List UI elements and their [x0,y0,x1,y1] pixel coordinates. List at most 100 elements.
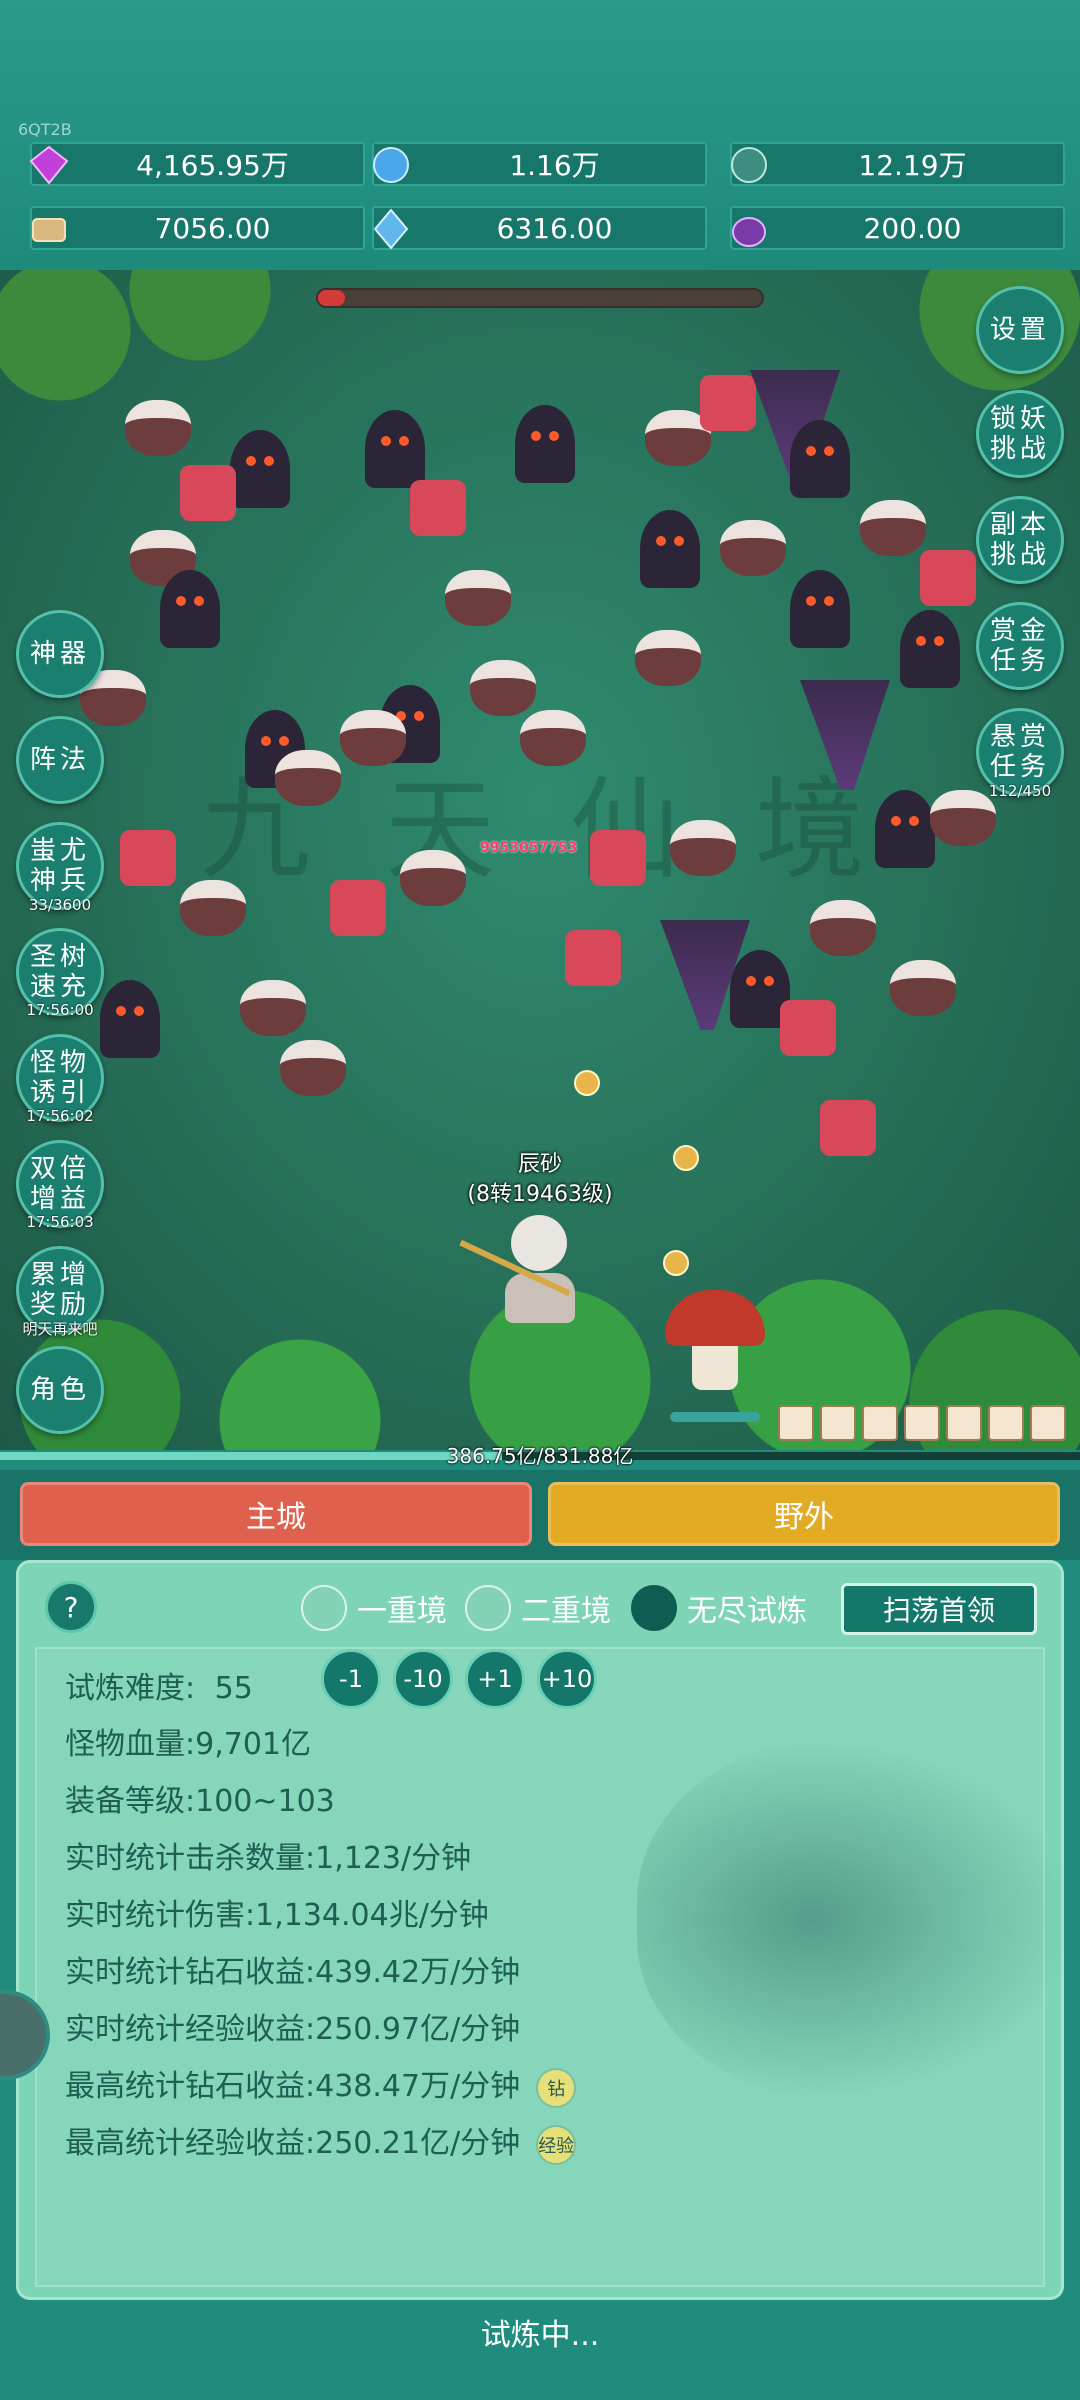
monster-bird[interactable] [470,660,536,716]
monster-bird[interactable] [670,820,736,876]
buff-icon[interactable] [1030,1405,1066,1441]
mode-radio-1[interactable]: 一重境 [301,1585,447,1631]
monster-bird[interactable] [340,710,406,766]
radio-dot [631,1585,677,1631]
exp-badge-icon: 经验 [536,2124,577,2165]
monster-bird[interactable] [180,880,246,936]
difficulty-plus-1-button[interactable]: +1 [465,1649,525,1709]
settings-button[interactable]: 设置 [976,286,1064,374]
resource-pouch[interactable]: 200.00 [730,206,1065,250]
teal-orb-icon [724,140,774,190]
holy-tree-timer: 17:56:00 [26,1001,94,1019]
formation-button[interactable]: 阵法 [16,716,104,804]
monster-cube[interactable] [780,1000,836,1056]
stat-max-exp: 最高统计经验收益:250.21亿/分钟 经验 [65,2118,577,2165]
monster-cube[interactable] [180,465,236,521]
hero-label: 辰砂 (8转19463级) [460,1150,620,1210]
monster-cube[interactable] [920,550,976,606]
buff-icons [778,1405,1066,1441]
resource-crystal[interactable]: 1.16万 [372,142,707,186]
resource-orb[interactable]: 12.19万 [730,142,1065,186]
character-button[interactable]: 角色 [16,1346,104,1434]
demon-challenge-button[interactable]: 锁妖挑战 [976,390,1064,478]
monster-bird[interactable] [890,960,956,1016]
diamond-badge-icon: 钻 [536,2067,577,2108]
monster-bird[interactable] [280,1040,346,1096]
monster-bird[interactable] [860,500,926,556]
mode-label: 二重境 [521,1594,611,1629]
difficulty-row: 试炼难度: 55 [65,1671,253,1706]
tab-wild[interactable]: 野外 [548,1482,1060,1546]
monster-cube[interactable] [820,1100,876,1156]
trial-panel: ? 一重境 二重境 无尽试炼 扫荡首领 试炼难度: 55 -1 -10 +1 +… [16,1560,1077,2300]
difficulty-minus-10-button[interactable]: -10 [393,1649,453,1709]
chiyou-progress: 33/3600 [28,896,92,914]
monster-demon[interactable] [365,410,425,488]
mushroom-cap [665,1290,765,1346]
resource-ice-shard[interactable]: 6316.00 [372,206,707,250]
monster-demon[interactable] [900,610,960,688]
monster-bird[interactable] [520,710,586,766]
monster-bird[interactable] [240,980,306,1036]
monster-cube[interactable] [590,830,646,886]
monster-bird[interactable] [125,400,191,456]
mushroom-stem [692,1346,738,1390]
exp-bar: 386.75亿/831.88亿 [0,1444,1080,1468]
monster-cube[interactable] [700,375,756,431]
buff-icon[interactable] [820,1405,856,1441]
monster-cube[interactable] [330,880,386,936]
monster-cube[interactable] [120,830,176,886]
resource-gems[interactable]: 4,165.95万 [29,142,365,186]
difficulty-plus-10-button[interactable]: +10 [537,1649,597,1709]
monster-cube[interactable] [410,480,466,536]
build-tag: 6QT2B [18,120,72,139]
monster-demon[interactable] [100,980,160,1058]
tiger-illustration [637,1739,1077,2099]
monster-cube[interactable] [565,930,621,986]
tab-city[interactable]: 主城 [20,1482,532,1546]
artifact-button[interactable]: 神器 [16,610,104,698]
gold-task-button[interactable]: 赏金任务 [976,602,1064,690]
coin-drop[interactable] [673,1145,699,1171]
stat-kills: 实时统计击杀数量:1,123/分钟 [65,1841,472,1876]
help-button[interactable]: ? [45,1581,97,1633]
monster-bird[interactable] [445,570,511,626]
main-tabs: 主城 野外 [0,1470,1080,1560]
damage-number: 9953057753 [480,840,578,856]
trial-status: 试炼中... [480,2318,600,2353]
monster-bird[interactable] [275,750,341,806]
buff-icon[interactable] [988,1405,1024,1441]
stat-damage: 实时统计伤害:1,134.04兆/分钟 [65,1898,489,1933]
monster-bird[interactable] [400,850,466,906]
monster-demon[interactable] [160,570,220,648]
mushroom-hp-bar [670,1412,760,1422]
resource-scroll[interactable]: 7056.00 [30,206,365,250]
monster-demon[interactable] [640,510,700,588]
monster-bird[interactable] [720,520,786,576]
coin-drop[interactable] [574,1070,600,1096]
mushroom-boss[interactable] [665,1290,765,1422]
difficulty-minus-1-button[interactable]: -1 [321,1649,381,1709]
scroll-icon [24,204,74,254]
buff-icon[interactable] [946,1405,982,1441]
ice-shard-icon [366,204,416,254]
monster-bird[interactable] [810,900,876,956]
dungeon-challenge-button[interactable]: 副本挑战 [976,496,1064,584]
hero-character[interactable] [459,1215,585,1325]
monster-demon[interactable] [790,570,850,648]
monster-bird[interactable] [635,630,701,686]
buff-icon[interactable] [904,1405,940,1441]
monster-lure-timer: 17:56:02 [26,1107,94,1125]
boss-hp-fill [318,290,345,306]
monster-demon[interactable] [875,790,935,868]
stat-monster-hp: 怪物血量:9,701亿 [65,1727,311,1762]
mode-radio-3[interactable]: 无尽试炼 [631,1585,807,1631]
monster-demon[interactable] [230,430,290,508]
accum-reward-note: 明天再来吧 [22,1320,98,1338]
buff-icon[interactable] [862,1405,898,1441]
mode-radio-2[interactable]: 二重境 [465,1585,611,1631]
buff-icon[interactable] [778,1405,814,1441]
sweep-boss-button[interactable]: 扫荡首领 [841,1583,1037,1635]
monster-demon[interactable] [790,420,850,498]
monster-demon[interactable] [515,405,575,483]
